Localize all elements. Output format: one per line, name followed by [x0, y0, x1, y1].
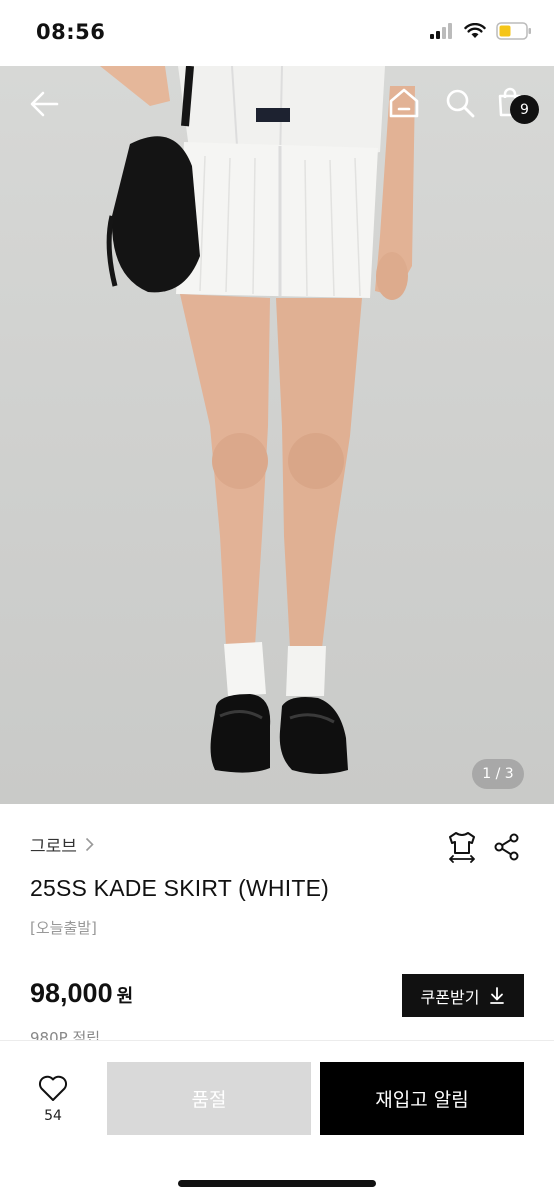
- share-icon: [494, 833, 519, 861]
- reward-points: 980P 적립: [30, 1029, 101, 1041]
- home-indicator: [178, 1180, 376, 1187]
- search-button[interactable]: [442, 85, 478, 121]
- coupon-button[interactable]: 쿠폰받기: [402, 974, 524, 1017]
- back-arrow-icon: [30, 91, 59, 117]
- price-unit: 원: [116, 986, 134, 1007]
- coupon-label: 쿠폰받기: [420, 987, 480, 1007]
- heart-icon: [38, 1075, 68, 1101]
- share-button[interactable]: [492, 831, 522, 863]
- product-image[interactable]: 9 1 / 3: [0, 66, 554, 804]
- product-photo: [100, 66, 415, 774]
- home-icon: [389, 88, 419, 118]
- price-amount: 98,000: [30, 978, 113, 1008]
- brand-link[interactable]: 그로브: [30, 832, 94, 857]
- home-button[interactable]: [386, 85, 422, 121]
- price: 98,000 원: [30, 978, 133, 1009]
- size-guide-icon: [449, 832, 475, 863]
- battery-icon: [496, 22, 531, 40]
- wishlist-button[interactable]: 54: [28, 1075, 78, 1124]
- cart-count-badge: 9: [510, 95, 539, 124]
- size-guide-button[interactable]: [446, 830, 478, 864]
- product-title: 25SS KADE SKIRT (WHITE): [30, 875, 329, 901]
- wishlist-count: 54: [44, 1108, 62, 1124]
- restock-alert-button[interactable]: 재입고 알림: [320, 1062, 524, 1135]
- status-time: 08:56: [36, 20, 106, 44]
- chevron-right-icon: [85, 837, 94, 852]
- status-bar: 08:56: [0, 0, 554, 66]
- wifi-icon: [464, 23, 486, 38]
- image-pager: 1 / 3: [472, 759, 524, 789]
- signal-icon: [430, 23, 452, 39]
- download-icon: [490, 987, 505, 1004]
- search-icon: [446, 89, 475, 118]
- bottom-action-bar: 54 품절 재입고 알림: [0, 1040, 554, 1200]
- back-button[interactable]: [26, 86, 62, 122]
- soldout-button[interactable]: 품절: [107, 1062, 311, 1135]
- status-icons: [430, 22, 532, 40]
- shipping-tag: [오늘출발]: [30, 919, 97, 937]
- brand-name: 그로브: [30, 837, 77, 857]
